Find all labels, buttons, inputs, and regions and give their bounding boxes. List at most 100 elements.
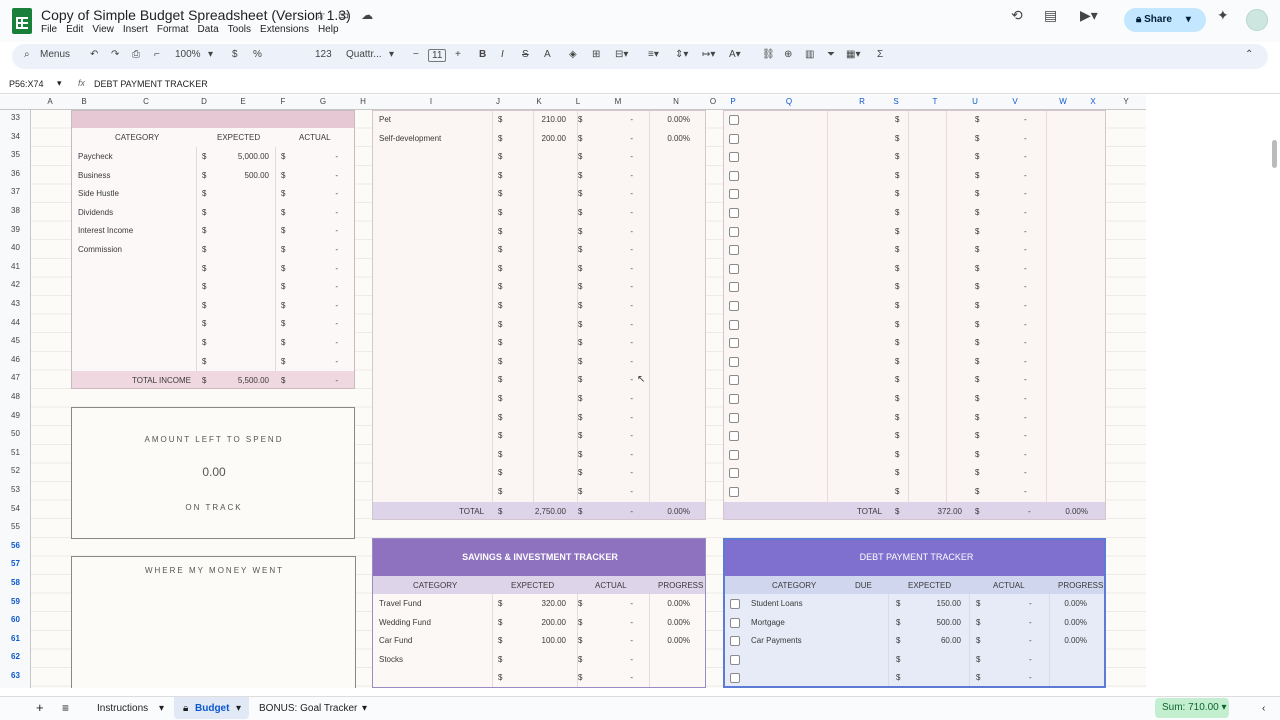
savings-actual[interactable]: - bbox=[630, 599, 633, 608]
name-box[interactable]: P56:X74 bbox=[9, 79, 44, 89]
column-header[interactable]: L bbox=[568, 97, 588, 106]
row-header[interactable]: 42 bbox=[0, 280, 31, 289]
column-header[interactable]: E bbox=[233, 97, 253, 106]
column-header[interactable]: B bbox=[74, 97, 94, 106]
expense-expected[interactable]: 200.00 bbox=[542, 134, 566, 143]
expense-actual[interactable]: - bbox=[630, 134, 633, 143]
income-category[interactable]: Business bbox=[78, 171, 110, 180]
bills-checkbox[interactable] bbox=[729, 431, 739, 442]
document-title[interactable]: Copy of Simple Budget Spreadsheet (Versi… bbox=[41, 7, 351, 23]
expense-actual[interactable]: - bbox=[630, 450, 633, 459]
debt-category[interactable]: Mortgage bbox=[751, 618, 785, 627]
bills-checkbox[interactable] bbox=[729, 449, 739, 460]
collapse-toolbar-icon[interactable]: ⌃ bbox=[1245, 49, 1253, 60]
row-header[interactable]: 34 bbox=[0, 132, 31, 141]
expense-actual[interactable]: - bbox=[630, 431, 633, 440]
income-actual[interactable]: - bbox=[335, 282, 338, 291]
tab-budget-dropdown-icon[interactable]: ▾ bbox=[236, 703, 241, 714]
expense-actual[interactable]: - bbox=[630, 468, 633, 477]
column-header[interactable]: T bbox=[925, 97, 945, 106]
insert-link-icon[interactable]: ⛓ bbox=[762, 49, 775, 60]
expense-actual[interactable]: - bbox=[630, 227, 633, 236]
star-icon[interactable]: ☆ bbox=[315, 8, 326, 22]
text-color-icon[interactable]: A bbox=[544, 49, 551, 60]
row-header[interactable]: 53 bbox=[0, 485, 31, 494]
savings-category[interactable]: Wedding Fund bbox=[379, 618, 431, 627]
paint-format-icon[interactable]: ⌐ bbox=[154, 49, 160, 60]
tab-instructions-dropdown-icon[interactable]: ▾ bbox=[159, 703, 164, 714]
bills-actual[interactable]: - bbox=[1024, 338, 1027, 347]
percent-format-button[interactable]: % bbox=[253, 49, 262, 60]
income-actual[interactable]: - bbox=[335, 245, 338, 254]
row-header[interactable]: 63 bbox=[0, 671, 31, 680]
vertical-scrollbar[interactable] bbox=[1272, 140, 1277, 168]
expense-actual[interactable]: - bbox=[630, 245, 633, 254]
increase-font-icon[interactable]: + bbox=[455, 49, 461, 60]
column-header[interactable]: U bbox=[965, 97, 985, 106]
column-header[interactable]: P bbox=[723, 97, 743, 106]
savings-expected[interactable]: 200.00 bbox=[542, 618, 566, 627]
column-header[interactable]: C bbox=[136, 97, 156, 106]
search-icon[interactable]: ⌕ bbox=[24, 49, 30, 60]
income-actual[interactable]: - bbox=[335, 264, 338, 273]
expense-actual[interactable]: - bbox=[630, 487, 633, 496]
bills-actual[interactable]: - bbox=[1024, 450, 1027, 459]
row-header[interactable]: 33 bbox=[0, 113, 31, 122]
bills-actual[interactable]: - bbox=[1024, 208, 1027, 217]
row-header[interactable]: 61 bbox=[0, 634, 31, 643]
expense-actual[interactable]: - bbox=[630, 413, 633, 422]
borders-icon[interactable]: ⊞ bbox=[592, 49, 600, 60]
savings-category[interactable]: Car Fund bbox=[379, 636, 412, 645]
expense-actual[interactable]: - bbox=[630, 357, 633, 366]
debt-actual[interactable]: - bbox=[1029, 599, 1032, 608]
bills-actual[interactable]: - bbox=[1024, 134, 1027, 143]
sum-indicator[interactable]: Sum: 710.00 ▾ bbox=[1155, 698, 1229, 718]
expense-actual[interactable]: - bbox=[630, 189, 633, 198]
row-header[interactable]: 38 bbox=[0, 206, 31, 215]
income-actual[interactable]: - bbox=[335, 189, 338, 198]
column-header[interactable]: W bbox=[1053, 97, 1073, 106]
row-header[interactable]: 47 bbox=[0, 373, 31, 382]
redo-icon[interactable]: ↷ bbox=[111, 49, 119, 60]
bills-checkbox[interactable] bbox=[729, 319, 739, 330]
savings-actual[interactable]: - bbox=[630, 655, 633, 664]
savings-actual[interactable]: - bbox=[630, 673, 633, 682]
income-category[interactable]: Paycheck bbox=[78, 152, 113, 161]
bills-actual[interactable]: - bbox=[1024, 282, 1027, 291]
bills-actual[interactable]: - bbox=[1024, 394, 1027, 403]
savings-expected[interactable]: 100.00 bbox=[542, 636, 566, 645]
row-header[interactable]: 48 bbox=[0, 392, 31, 401]
row-header[interactable]: 60 bbox=[0, 615, 31, 624]
income-actual[interactable]: - bbox=[335, 357, 338, 366]
income-actual[interactable]: - bbox=[335, 226, 338, 235]
row-header[interactable]: 46 bbox=[0, 355, 31, 364]
font-select[interactable]: Quattr... bbox=[346, 49, 382, 60]
fill-color-icon[interactable]: ◈ bbox=[569, 49, 577, 60]
row-header[interactable]: 41 bbox=[0, 262, 31, 271]
column-header[interactable]: Q bbox=[779, 97, 799, 106]
column-header[interactable]: J bbox=[488, 97, 508, 106]
column-header[interactable]: H bbox=[353, 97, 373, 106]
sheet-grid[interactable]: CATEGORY EXPECTED ACTUAL Paycheck $5,000.00 $… bbox=[31, 110, 1146, 688]
income-actual[interactable]: - bbox=[335, 208, 338, 217]
expense-actual[interactable]: - bbox=[630, 394, 633, 403]
menu-format[interactable]: Format bbox=[157, 24, 189, 35]
debt-actual[interactable]: - bbox=[1029, 655, 1032, 664]
bills-checkbox[interactable] bbox=[729, 412, 739, 423]
meet-icon[interactable]: ▶▾ bbox=[1080, 7, 1098, 24]
share-button[interactable]: 🔒︎ Share ▾ bbox=[1124, 8, 1206, 32]
history-icon[interactable]: ⟲ bbox=[1011, 7, 1023, 24]
menu-tools[interactable]: Tools bbox=[228, 24, 251, 35]
income-category[interactable]: Interest Income bbox=[78, 226, 133, 235]
row-header[interactable]: 54 bbox=[0, 504, 31, 513]
debt-actual[interactable]: - bbox=[1029, 636, 1032, 645]
row-header[interactable]: 57 bbox=[0, 559, 31, 568]
savings-actual[interactable]: - bbox=[630, 636, 633, 645]
bills-checkbox[interactable] bbox=[729, 152, 739, 163]
bills-checkbox[interactable] bbox=[729, 263, 739, 274]
debt-category[interactable]: Car Payments bbox=[751, 636, 802, 645]
income-expected[interactable]: 5,000.00 bbox=[238, 152, 269, 161]
bold-icon[interactable]: B bbox=[479, 49, 486, 60]
font-dropdown-icon[interactable]: ▾ bbox=[389, 49, 394, 60]
row-header[interactable]: 58 bbox=[0, 578, 31, 587]
